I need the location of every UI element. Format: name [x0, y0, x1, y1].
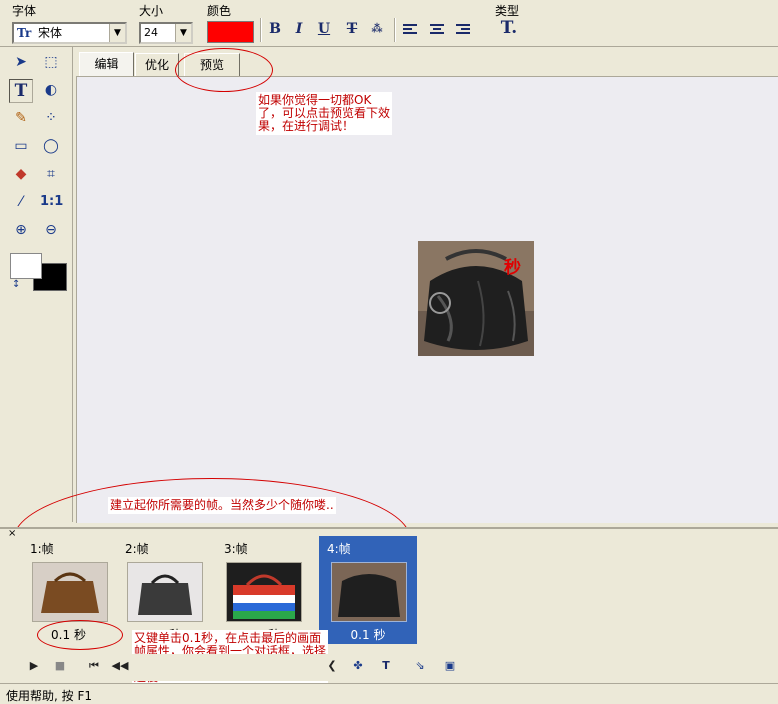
eraser-tool-icon[interactable]: ▭ — [10, 135, 32, 157]
tab-optimize[interactable]: 优化 — [135, 53, 179, 76]
play-icon[interactable]: ▶ — [24, 657, 44, 675]
delete-frame-icon[interactable]: ⇘ — [410, 657, 430, 675]
font-type-icon: Tr — [17, 26, 32, 40]
frame-properties-icon[interactable]: ▣ — [440, 657, 460, 675]
add-frame-icon[interactable]: ✤ — [348, 657, 368, 675]
foreground-color-swatch[interactable] — [10, 253, 42, 279]
previous-frame-icon[interactable]: ◀◀ — [110, 657, 130, 675]
frame-label: 4:帧 — [327, 542, 351, 556]
frames-annotation: 建立起你所需要的帧。当然多少个随你喽.. — [108, 497, 336, 514]
chevron-down-icon[interactable]: ▼ — [109, 24, 125, 42]
status-text: 使用帮助, 按 F1 — [6, 689, 92, 703]
text-type-button[interactable]: T. — [497, 18, 521, 38]
tab-edit[interactable]: 编辑 — [79, 52, 134, 76]
tool-palette: ➤ ⬚ T ◐ ✎ ⁘ ▭ ◯ ◆ ⌗ ⁄ 1:1 ⊕ ⊖ ↕ — [0, 47, 73, 522]
underline-button[interactable]: U — [314, 19, 334, 39]
close-icon[interactable]: × — [8, 528, 16, 539]
color-label: 颜色 — [207, 4, 232, 18]
bold-button[interactable]: B — [265, 19, 285, 39]
frame-thumbnail — [226, 562, 302, 622]
zoom-out-icon[interactable]: ⊖ — [40, 219, 62, 241]
preview-tab-highlight — [175, 48, 273, 92]
frame-2[interactable]: 2:帧 0.1 秒 — [117, 536, 210, 644]
zoom-in-icon[interactable]: ⊕ — [10, 219, 32, 241]
crop-tool-icon[interactable]: ⌗ — [40, 163, 62, 185]
chevron-down-icon[interactable]: ▼ — [175, 24, 191, 42]
toolbar-separator — [260, 18, 262, 42]
status-bar: 使用帮助, 按 F1 — [0, 683, 778, 704]
canvas-image[interactable]: 秒 — [418, 241, 534, 356]
select-frame-tool-icon[interactable]: ⬚ — [40, 51, 62, 73]
text-frame-icon[interactable]: T — [376, 657, 396, 675]
color-swatch[interactable] — [207, 21, 254, 43]
frame-thumbnail — [32, 562, 108, 622]
arrow-tool-icon[interactable]: ➤ — [10, 51, 32, 73]
italic-button[interactable]: I — [289, 19, 309, 39]
align-left-icon[interactable] — [403, 24, 417, 36]
text-toolbar: 字体 Tr 宋体 ▼ 大小 24 ▼ 颜色 B I U T ⁂ 类型 T. — [0, 0, 778, 47]
align-right-icon[interactable] — [456, 24, 470, 36]
frame-label: 3:帧 — [224, 542, 248, 556]
frame-3[interactable]: 3:帧 0.1 秒 — [216, 536, 309, 644]
eyedropper-tool-icon[interactable]: ⁄ — [10, 191, 32, 213]
toolbar-separator — [394, 18, 396, 42]
magic-select-tool-icon[interactable]: ⁘ — [40, 107, 62, 129]
font-label: 字体 — [12, 4, 37, 18]
brush-tool-icon[interactable]: ✎ — [10, 107, 32, 129]
frame-label: 1:帧 — [30, 542, 54, 556]
size-select-value: 24 — [144, 26, 158, 39]
size-select[interactable]: 24 ▼ — [139, 22, 193, 44]
delay-highlight — [37, 620, 123, 650]
fill-tool-icon[interactable]: ◆ — [10, 163, 32, 185]
frame-thumbnail — [127, 562, 203, 622]
first-frame-icon[interactable]: ⏮ — [84, 657, 104, 675]
font-select-value: 宋体 — [38, 26, 63, 40]
lasso-tool-icon[interactable]: ◯ — [40, 135, 62, 157]
font-select[interactable]: Tr 宋体 ▼ — [12, 22, 127, 44]
frame-thumbnail — [331, 562, 407, 622]
frame-4[interactable]: 4:帧 0.1 秒 — [319, 536, 417, 644]
text-tool-icon[interactable]: T — [9, 79, 33, 103]
type-label: 类型 — [495, 4, 520, 18]
size-label: 大小 — [139, 4, 164, 18]
strikethrough-button[interactable]: T — [342, 19, 362, 39]
frame-delay[interactable]: 0.1 秒 — [319, 626, 417, 643]
animate-tool-icon[interactable]: ◐ — [40, 79, 62, 101]
actual-size-icon[interactable]: 1:1 — [40, 191, 63, 213]
align-center-icon[interactable] — [430, 24, 444, 36]
frame-label: 2:帧 — [125, 542, 149, 556]
text-effect-button[interactable]: ⁂ — [367, 19, 387, 39]
preview-red-text: 秒 — [504, 258, 521, 278]
stop-icon[interactable]: ■ — [50, 657, 70, 675]
preview-annotation: 如果你觉得一切都OK了，可以点击预览看下效果，在进行调试！ — [256, 92, 392, 135]
tween-icon[interactable]: ❮ — [322, 657, 342, 675]
swap-colors-icon[interactable]: ↕ — [12, 279, 20, 290]
